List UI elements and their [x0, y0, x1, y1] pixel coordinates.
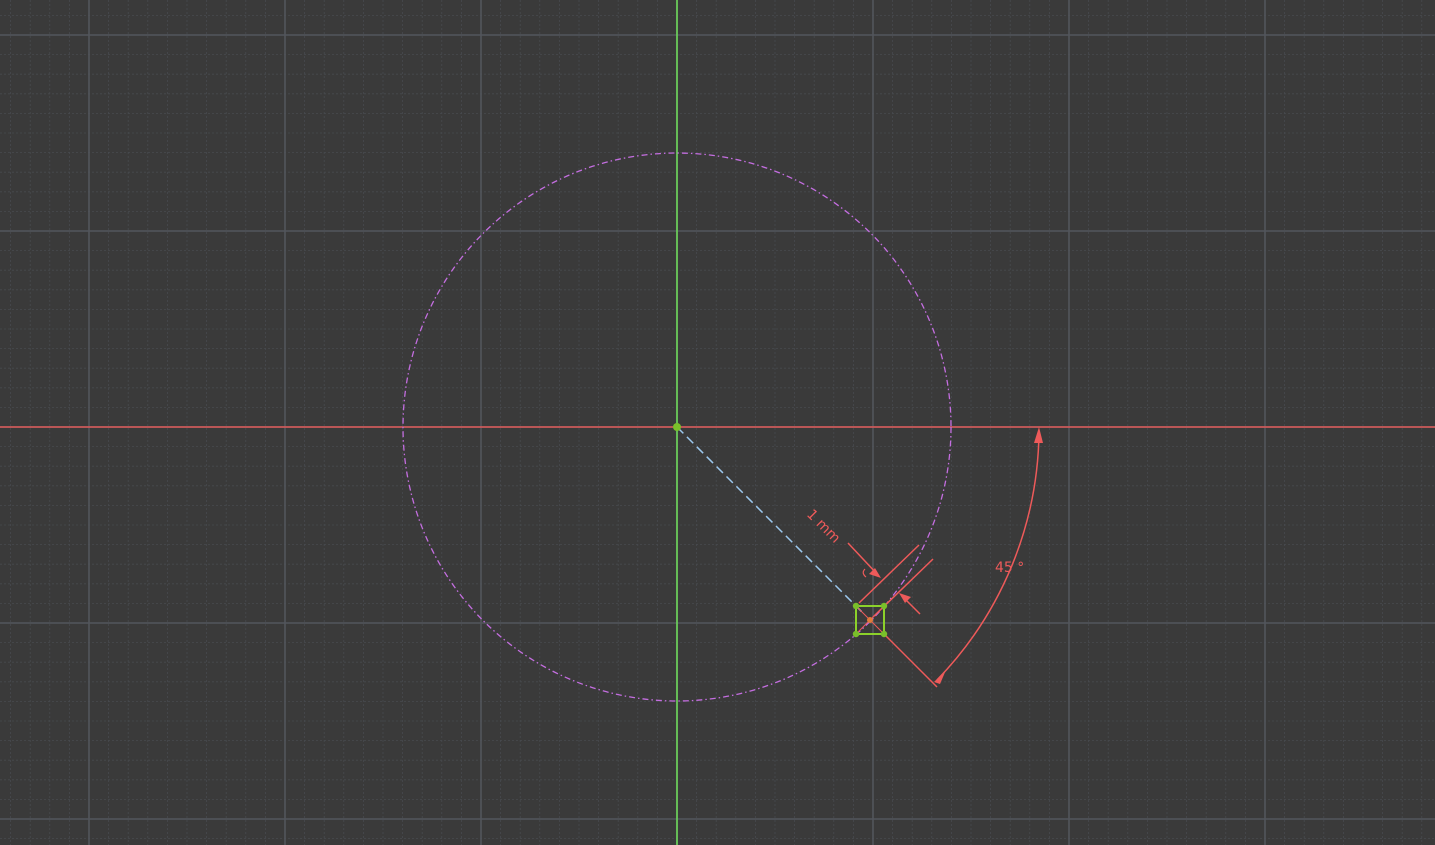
square-corner-point-tr[interactable]	[880, 602, 888, 610]
canvas-background	[0, 0, 1435, 845]
sketch-canvas[interactable]: 45 ° 1 mm	[0, 0, 1435, 845]
origin-point-icon[interactable]	[673, 423, 681, 431]
square-corner-point-tl[interactable]	[852, 602, 860, 610]
sketch-svg[interactable]: 45 ° 1 mm	[0, 0, 1435, 845]
square-corner-point-bl[interactable]	[852, 630, 860, 638]
square-corner-point-br[interactable]	[880, 630, 888, 638]
square-center-point[interactable]	[867, 617, 873, 623]
angle-dimension-label[interactable]: 45 °	[995, 560, 1024, 576]
